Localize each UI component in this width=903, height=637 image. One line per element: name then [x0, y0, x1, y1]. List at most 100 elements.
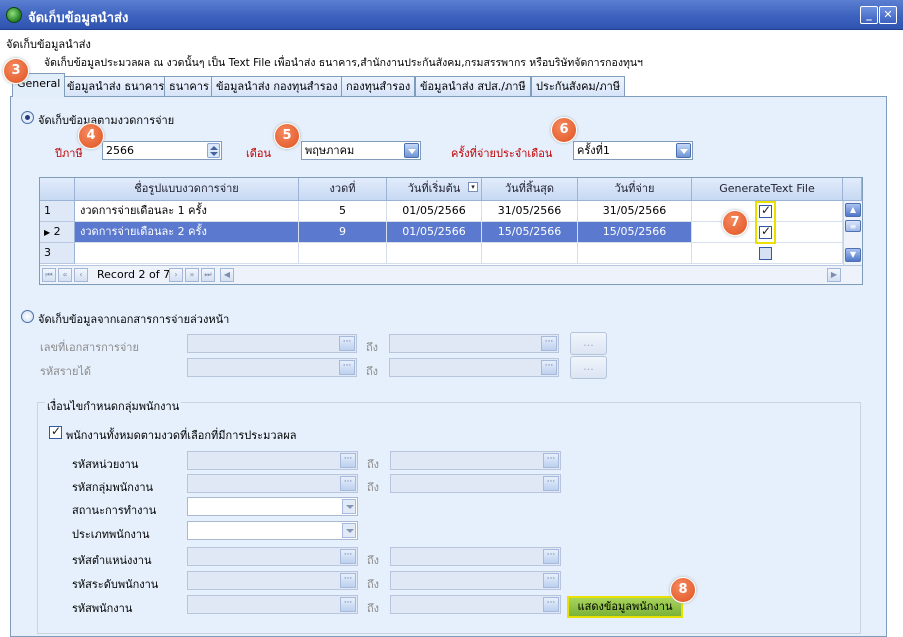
cell-period[interactable]	[299, 243, 387, 264]
cell-pay[interactable]	[578, 243, 692, 264]
ellipsis-icon[interactable]: ···	[543, 573, 559, 588]
tab-sso-tax-export[interactable]: ข้อมูลนำส่ง สปส./ภาษี	[415, 76, 531, 96]
first-page-icon[interactable]: ⏮	[42, 268, 56, 282]
position-to-field[interactable]: ···	[390, 547, 561, 566]
income-browse-button[interactable]: ...	[570, 356, 607, 379]
row-indicator[interactable]: ▶ 2	[40, 222, 75, 243]
round-select[interactable]: ครั้งที่1	[573, 141, 693, 160]
level-from-field[interactable]: ···	[187, 571, 358, 590]
row-index: 2	[53, 225, 61, 238]
ellipsis-icon[interactable]: ···	[340, 597, 356, 612]
cell-name[interactable]: งวดการจ่ายเดือนละ 1 ครั้ง	[75, 201, 299, 222]
doc-browse-button[interactable]: ...	[570, 332, 607, 355]
work-status-select[interactable]	[187, 497, 358, 516]
scroll-right-icon[interactable]: ▶	[827, 268, 841, 282]
scroll-thumb[interactable]: ≡	[845, 220, 861, 232]
close-button[interactable]: ✕	[879, 6, 897, 24]
round-value: ครั้งที่1	[577, 144, 610, 157]
emp-type-select[interactable]	[187, 521, 358, 540]
ellipsis-icon[interactable]: ···	[339, 336, 355, 351]
cell-end[interactable]: 15/05/2566	[482, 222, 578, 243]
filter-icon[interactable]: ▾	[468, 182, 478, 192]
app-globe-icon	[6, 7, 22, 23]
ellipsis-icon[interactable]: ···	[340, 573, 356, 588]
to-label: ถึง	[366, 341, 379, 354]
tab-bank-export[interactable]: ข้อมูลนำส่ง ธนาคาร	[62, 76, 170, 96]
cell-end[interactable]	[482, 243, 578, 264]
ellipsis-icon[interactable]: ···	[543, 597, 559, 612]
document-radio-label: จัดเก็บข้อมูลจากเอกสารการจ่ายล่วงหน้า	[38, 313, 230, 326]
cell-start[interactable]: 01/05/2566	[387, 222, 482, 243]
cell-period[interactable]: 5	[299, 201, 387, 222]
last-page-icon[interactable]: ⏭	[201, 268, 215, 282]
cell-start[interactable]	[387, 243, 482, 264]
cell-name[interactable]: งวดการจ่ายเดือนละ 2 ครั้ง	[75, 222, 299, 243]
doc-from-field[interactable]: ···	[187, 334, 357, 353]
cell-pay[interactable]: 15/05/2566	[578, 222, 692, 243]
period-radio[interactable]	[21, 111, 34, 124]
ellipsis-icon[interactable]: ···	[340, 476, 356, 491]
current-row-icon: ▶	[44, 228, 51, 237]
generate-checkbox[interactable]	[759, 247, 772, 260]
cell-end[interactable]: 31/05/2566	[482, 201, 578, 222]
chevron-down-icon[interactable]	[404, 143, 419, 158]
cell-start[interactable]: 01/05/2566	[387, 201, 482, 222]
next-page-icon[interactable]: »	[185, 268, 199, 282]
emp-group-from-field[interactable]: ···	[187, 474, 358, 493]
year-spinner[interactable]: 2566	[102, 141, 222, 160]
all-employees-checkbox[interactable]	[49, 424, 62, 439]
row-indicator[interactable]: 1	[40, 201, 75, 222]
ellipsis-icon[interactable]: ···	[543, 476, 559, 491]
grid-header-start[interactable]: วันที่เริ่มต้น ▾	[387, 178, 482, 201]
grid-header-period[interactable]: งวดที่	[299, 178, 387, 201]
ellipsis-icon[interactable]: ···	[541, 360, 557, 375]
scroll-up-icon[interactable]: ▲	[845, 203, 861, 217]
income-from-field[interactable]: ···	[187, 358, 357, 377]
dept-from-field[interactable]: ···	[187, 451, 358, 470]
tab-provident[interactable]: กองทุนสำรอง	[341, 76, 416, 96]
ellipsis-icon[interactable]: ···	[543, 453, 559, 468]
next-record-icon[interactable]: ›	[169, 268, 183, 282]
prev-record-icon[interactable]: ‹	[74, 268, 88, 282]
level-to-field[interactable]: ···	[390, 571, 561, 590]
spin-arrows-icon[interactable]	[207, 143, 220, 158]
tab-bank[interactable]: ธนาคาร	[164, 76, 214, 96]
grid-header-name[interactable]: ชื่อรูปแบบงวดการจ่าย	[75, 178, 299, 201]
period-radio-label: จัดเก็บข้อมูลตามงวดการจ่าย	[38, 114, 175, 127]
tab-sso-tax[interactable]: ประกันสังคม/ภาษี	[531, 76, 626, 96]
chevron-down-icon[interactable]	[676, 143, 691, 158]
prev-page-icon[interactable]: «	[58, 268, 72, 282]
row-indicator[interactable]: 3	[40, 243, 75, 264]
cell-period[interactable]: 9	[299, 222, 387, 243]
tab-provident-export[interactable]: ข้อมูลนำส่ง กองทุนสำรอง	[211, 76, 343, 96]
ellipsis-icon[interactable]: ···	[340, 549, 356, 564]
emp-to-field[interactable]: ···	[390, 595, 561, 614]
ellipsis-icon[interactable]: ···	[541, 336, 557, 351]
scroll-left-icon[interactable]: ◀	[220, 268, 234, 282]
minimize-button[interactable]: _	[860, 6, 878, 24]
scroll-down-icon[interactable]: ▼	[845, 248, 861, 262]
dept-to-field[interactable]: ···	[390, 451, 561, 470]
cell-pay[interactable]: 31/05/2566	[578, 201, 692, 222]
document-radio[interactable]	[21, 310, 34, 323]
cell-name[interactable]	[75, 243, 299, 264]
chevron-down-icon[interactable]	[342, 499, 356, 514]
grid-header-end[interactable]: วันที่สิ้นสุด	[482, 178, 578, 201]
grid-header-pay[interactable]: วันที่จ่าย	[578, 178, 692, 201]
tab-label: ธนาคาร	[169, 80, 209, 93]
show-employees-button[interactable]: แสดงข้อมูลพนักงาน	[567, 596, 683, 618]
ellipsis-icon[interactable]: ···	[543, 549, 559, 564]
ellipsis-icon[interactable]: ···	[339, 360, 355, 375]
position-from-field[interactable]: ···	[187, 547, 358, 566]
grid-header-generate[interactable]: GenerateText File	[692, 178, 843, 201]
record-counter: Record 2 of 7	[97, 268, 171, 281]
doc-to-field[interactable]: ···	[389, 334, 559, 353]
month-select[interactable]: พฤษภาคม	[301, 141, 421, 160]
ellipsis-icon[interactable]: ···	[340, 453, 356, 468]
income-to-field[interactable]: ···	[389, 358, 559, 377]
to-label: ถึง	[367, 578, 380, 591]
emp-group-to-field[interactable]: ···	[390, 474, 561, 493]
grid-vertical-scrollbar[interactable]: ▲ ≡ ▼	[843, 201, 862, 265]
emp-from-field[interactable]: ···	[187, 595, 358, 614]
chevron-down-icon[interactable]	[342, 523, 356, 538]
